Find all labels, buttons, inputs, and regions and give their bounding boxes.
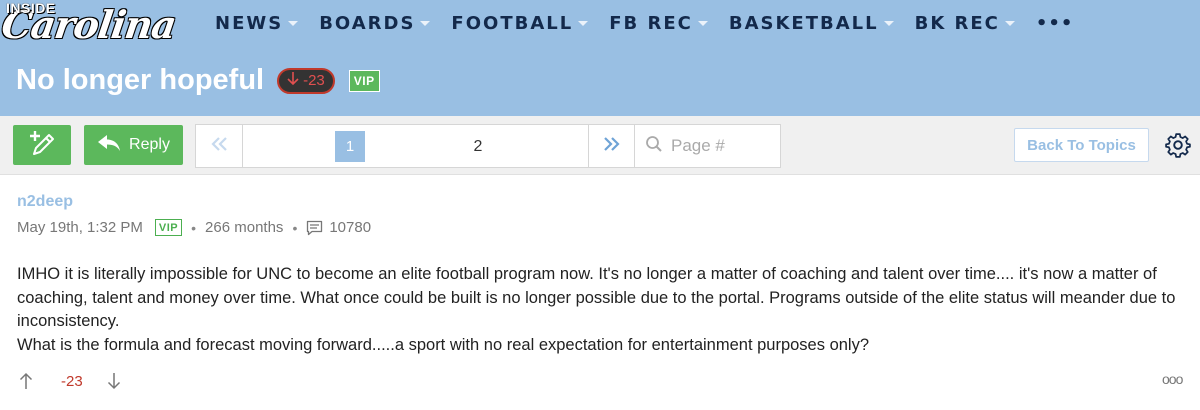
vote-bar: -23 (17, 371, 123, 391)
nav-item-boards[interactable]: BOARDS (319, 12, 431, 34)
upvote-arrow-icon[interactable] (17, 371, 35, 391)
downvote-arrow-icon[interactable] (105, 371, 123, 391)
site-logo[interactable]: Carolina INSIDE (0, 0, 179, 47)
thread-score: -23 (303, 72, 325, 89)
logo-top-text: INSIDE (6, 0, 56, 16)
nav-item-basketball[interactable]: BASKETBALL (729, 13, 894, 34)
page-1-button[interactable]: 1 (335, 131, 365, 162)
pagination: 1 2 (195, 124, 781, 168)
nav-label: BK REC (914, 12, 1000, 34)
nav-item-football[interactable]: FOOTBALL (451, 12, 589, 34)
search-icon (645, 135, 663, 158)
gear-icon[interactable] (1165, 132, 1191, 158)
double-chevron-right-icon (602, 136, 622, 157)
page-number-input[interactable] (671, 136, 771, 156)
back-to-topics-button[interactable]: Back To Topics (1014, 128, 1149, 162)
separator-dot: • (191, 219, 197, 236)
page-2-button[interactable]: 2 (463, 131, 493, 162)
separator-dot: • (292, 219, 298, 236)
nav-label: FOOTBALL (451, 12, 574, 34)
arrow-down-icon (287, 71, 299, 90)
next-page-button[interactable] (588, 125, 635, 167)
main-nav: NEWS BOARDS FOOTBALL FB REC BASKETBALL B… (215, 8, 1073, 38)
thread-score-badge: -23 (277, 67, 335, 94)
thread-toolbar: Reply 1 2 Back To Topics (0, 116, 1200, 175)
site-header: Carolina INSIDE NEWS BOARDS FOOTBALL FB … (0, 0, 1200, 116)
nav-item-news[interactable]: NEWS (215, 12, 299, 34)
reply-button[interactable]: Reply (84, 125, 183, 165)
post-score: -23 (61, 372, 83, 390)
thread-title-row: No longer hopeful -23 VIP (16, 64, 380, 97)
reply-icon (97, 134, 129, 157)
author-vip-badge: VIP (154, 219, 183, 236)
reply-label: Reply (129, 136, 170, 153)
page-title: No longer hopeful (16, 64, 265, 96)
chevron-down-icon (883, 20, 894, 26)
chevron-down-icon (420, 20, 431, 26)
vip-badge: VIP (348, 69, 380, 92)
post-more-button[interactable]: ooo (1162, 371, 1183, 387)
post-date: May 19th, 1:32 PM (17, 219, 143, 236)
post-count-icon (306, 220, 323, 236)
chevron-down-icon (578, 20, 589, 26)
nav-label: FB REC (609, 12, 693, 34)
chevron-down-icon (697, 20, 708, 26)
page-list: 1 2 (243, 125, 588, 167)
author-post-count: 10780 (329, 219, 372, 236)
chevron-down-icon (288, 20, 299, 26)
nav-item-bk-rec[interactable]: BK REC (915, 13, 1015, 34)
nav-label: BASKETBALL (728, 12, 879, 34)
nav-more-button[interactable]: ••• (1036, 13, 1074, 34)
post-paragraph: IMHO it is literally impossible for UNC … (17, 265, 1176, 330)
double-chevron-left-icon (209, 136, 229, 157)
nav-item-fb-rec[interactable]: FB REC (609, 13, 708, 34)
post-paragraph: What is the formula and forecast moving … (17, 335, 870, 354)
author-tenure: 266 months (205, 219, 284, 236)
page-jump (635, 125, 780, 167)
post: n2deep May 19th, 1:32 PM VIP • 266 month… (0, 175, 1200, 410)
post-body: IMHO it is literally impossible for UNC … (17, 263, 1197, 357)
new-post-button[interactable] (13, 125, 71, 165)
new-post-icon (27, 128, 57, 163)
post-author[interactable]: n2deep (17, 193, 73, 211)
nav-label: NEWS (215, 12, 284, 34)
post-meta: May 19th, 1:32 PM VIP • 266 months • 107… (17, 219, 371, 236)
prev-page-button[interactable] (196, 125, 243, 167)
chevron-down-icon (1004, 20, 1015, 26)
nav-label: BOARDS (319, 12, 416, 34)
